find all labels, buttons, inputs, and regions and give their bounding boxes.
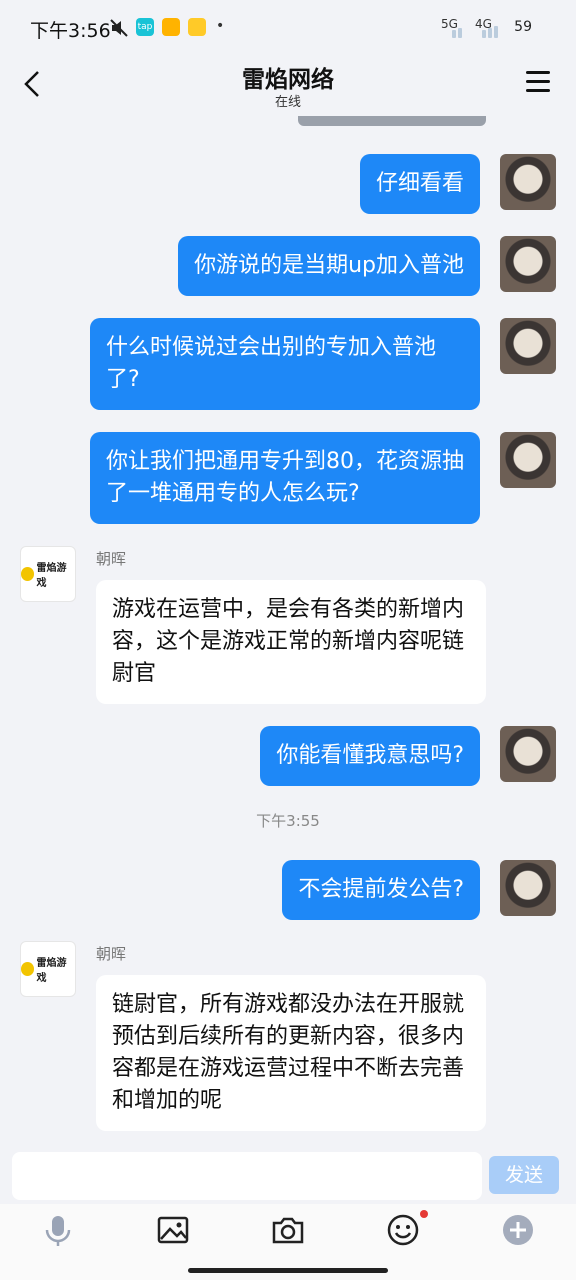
brand-logo: 雷焰游戏 bbox=[21, 954, 75, 984]
notification-dot bbox=[420, 1210, 428, 1218]
message-bubble[interactable]: 你游说的是当期up加入普池 bbox=[178, 236, 480, 296]
status-bar: 下午3:56 tap • 5G 4G 59 bbox=[0, 0, 576, 56]
my-avatar[interactable] bbox=[500, 236, 556, 292]
message-input[interactable] bbox=[12, 1152, 482, 1200]
menu-icon bbox=[526, 71, 550, 74]
sender-avatar[interactable]: 雷焰游戏 bbox=[20, 941, 76, 997]
chat-title: 雷焰网络 bbox=[242, 67, 334, 93]
message-bubble[interactable]: 链尉官，所有游戏都没办法在开服就预估到后续所有的更新内容，很多内容都是在游戏运营… bbox=[96, 975, 486, 1131]
menu-button[interactable] bbox=[526, 71, 550, 93]
mute-icon bbox=[110, 19, 128, 37]
message-bubble[interactable]: 不会提前发公告? bbox=[282, 860, 480, 920]
more-button[interactable] bbox=[500, 1212, 536, 1248]
message-timestamp: 下午3:55 bbox=[256, 812, 320, 830]
status-time: 下午3:56 bbox=[30, 20, 111, 42]
message-bubble[interactable]: 什么时候说过会出别的专加入普池了? bbox=[90, 318, 480, 410]
online-status: 在线 bbox=[274, 95, 301, 110]
microphone-icon bbox=[45, 1216, 71, 1246]
signal-icon bbox=[452, 26, 498, 38]
message-bubble[interactable]: 你能看懂我意思吗? bbox=[260, 726, 480, 786]
sender-name: 朝晖 bbox=[96, 945, 127, 963]
my-avatar[interactable] bbox=[500, 154, 556, 210]
camera-icon bbox=[272, 1217, 304, 1244]
my-avatar[interactable] bbox=[500, 726, 556, 782]
image-message[interactable] bbox=[298, 116, 486, 126]
camera-button[interactable] bbox=[270, 1212, 306, 1248]
image-button[interactable] bbox=[155, 1212, 191, 1248]
message-bubble[interactable]: 仔细看看 bbox=[359, 154, 480, 214]
battery-level: 59 bbox=[514, 19, 532, 35]
brand-logo: 雷焰游戏 bbox=[21, 559, 75, 589]
chat-header: 雷焰网络 在线 bbox=[0, 56, 576, 116]
bottom-toolbar bbox=[0, 1204, 576, 1280]
message-list[interactable]: 仔细看看 你游说的是当期up加入普池 什么时候说过会出别的专加入普池了? 你让我… bbox=[0, 116, 576, 1140]
sender-name: 朝晖 bbox=[96, 550, 127, 568]
emoji-icon bbox=[387, 1214, 419, 1246]
more-notifications-dot: • bbox=[216, 18, 225, 34]
image-icon bbox=[157, 1216, 189, 1244]
plus-icon bbox=[503, 1215, 533, 1245]
my-avatar[interactable] bbox=[500, 432, 556, 488]
sender-avatar[interactable]: 雷焰游戏 bbox=[20, 546, 76, 602]
message-bubble[interactable]: 你让我们把通用专升到80，花资源抽了一堆通用专的人怎么玩? bbox=[90, 432, 480, 524]
voice-button[interactable] bbox=[40, 1212, 76, 1248]
app-notification-icon bbox=[162, 18, 180, 36]
send-button[interactable]: 发送 bbox=[489, 1156, 559, 1194]
app-notification-icon: tap bbox=[136, 18, 154, 36]
app-notification-icon bbox=[188, 18, 206, 36]
home-indicator[interactable] bbox=[188, 1268, 388, 1273]
message-bubble[interactable]: 游戏在运营中，是会有各类的新增内容，这个是游戏正常的新增内容呢链尉官 bbox=[96, 580, 486, 704]
my-avatar[interactable] bbox=[500, 860, 556, 916]
compose-bar: 发送 bbox=[0, 1140, 576, 1204]
my-avatar[interactable] bbox=[500, 318, 556, 374]
emoji-button[interactable] bbox=[385, 1210, 428, 1248]
